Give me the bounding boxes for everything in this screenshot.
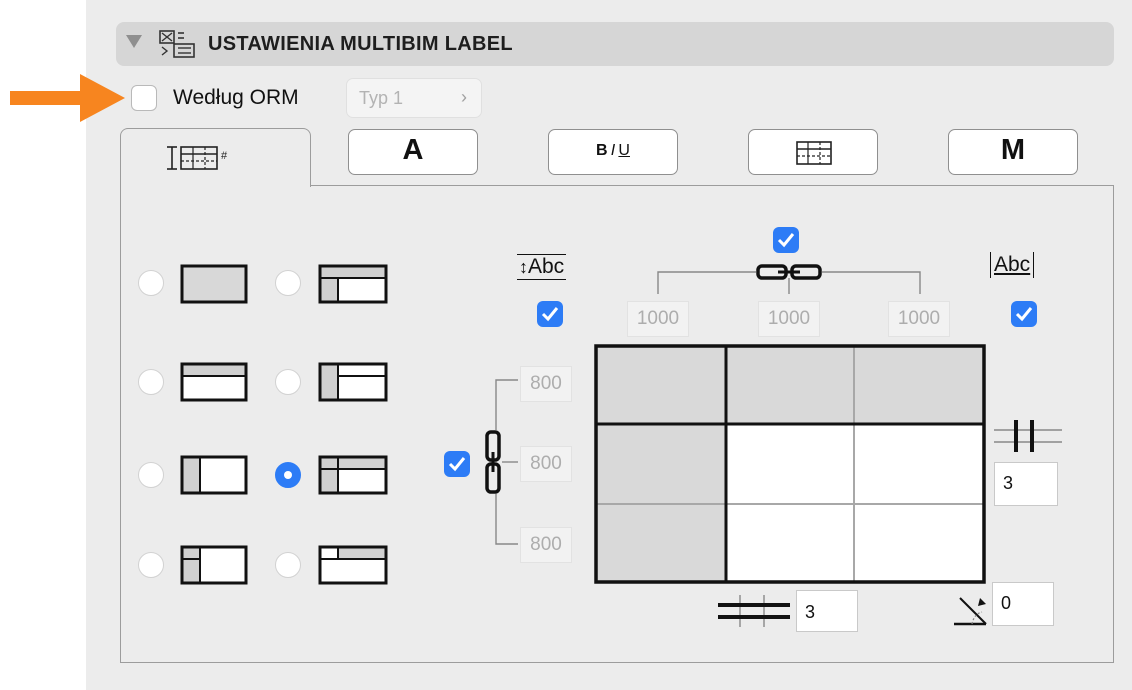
layout-header-row-left-col-icon (318, 455, 388, 495)
chevron-right-icon: › (461, 87, 467, 107)
fit-width-checkbox[interactable] (1011, 301, 1037, 327)
layout-radio-4[interactable] (275, 369, 301, 395)
layout-radio-2[interactable] (275, 270, 301, 296)
row-link-bracket-icon (485, 379, 518, 545)
layout-header-row-icon (180, 362, 248, 402)
rotation-input[interactable]: 0 (992, 582, 1054, 626)
rotation-angle-icon (954, 597, 987, 626)
type-select-value: Typ 1 (359, 88, 404, 108)
layout-left-col-header-icon (318, 362, 388, 402)
layout-left-col-partial-icon (180, 545, 248, 585)
layout-header-left-col-icon (318, 264, 388, 304)
tab-text-style[interactable]: B I U (548, 129, 678, 175)
column-width-2[interactable]: 1000 (758, 301, 820, 337)
layout-radio-8[interactable] (275, 552, 301, 578)
tab-grid-lines[interactable] (748, 129, 878, 175)
font-icon: A (402, 134, 424, 166)
layout-radio-6[interactable] (275, 462, 301, 488)
grid-lines-icon (796, 141, 832, 165)
disclosure-triangle-icon[interactable] (126, 35, 142, 48)
vertical-lines-icon (994, 420, 1062, 452)
vertical-arrow-icon: ↕ (519, 257, 528, 277)
row-height-2[interactable]: 800 (520, 446, 572, 482)
layout-radio-5[interactable] (138, 462, 164, 488)
columns-count-input[interactable]: 3 (994, 462, 1058, 506)
svg-text:#: # (221, 150, 228, 162)
tab-marker[interactable]: M (948, 129, 1078, 175)
layout-radio-7[interactable] (138, 552, 164, 578)
layout-left-col-icon (180, 455, 248, 495)
multibim-label-icon (158, 29, 198, 64)
wedlug-orm-checkbox[interactable] (131, 85, 157, 111)
horizontal-lines-icon (718, 595, 790, 627)
column-width-1[interactable]: 1000 (627, 301, 689, 337)
type-select[interactable]: Typ 1 › (346, 78, 482, 118)
text-style-icon: B I U (596, 142, 630, 159)
column-link-bracket-icon (657, 264, 921, 294)
section-title: USTAWIENIA MULTIBIM LABEL (208, 33, 513, 55)
layout-radio-1[interactable] (138, 270, 164, 296)
layout-header-partial-icon (318, 545, 388, 585)
arrow-right-icon (10, 74, 125, 122)
section-header[interactable]: USTAWIENIA MULTIBIM LABEL (116, 22, 1114, 66)
column-width-3[interactable]: 1000 (888, 301, 950, 337)
marker-icon: M (1000, 134, 1026, 166)
tab-font[interactable]: A (348, 129, 478, 175)
wedlug-orm-label: Według ORM (173, 86, 299, 109)
row-height-1[interactable]: 800 (520, 366, 572, 402)
layout-single-cell-icon (180, 264, 248, 304)
tab-table-layout[interactable]: # (120, 128, 311, 187)
table-grid-preview (594, 344, 986, 584)
row-height-checkbox[interactable] (537, 301, 563, 327)
layout-radio-3[interactable] (138, 369, 164, 395)
row-height-abc-label: ↕Abc (517, 254, 567, 280)
table-number-icon: # (167, 146, 228, 170)
row-height-3[interactable]: 800 (520, 527, 572, 563)
rows-count-input[interactable]: 3 (796, 590, 858, 632)
fit-width-abc-label: Abc (990, 252, 1035, 278)
link-rows-checkbox[interactable] (444, 451, 470, 477)
link-columns-checkbox[interactable] (773, 227, 799, 253)
